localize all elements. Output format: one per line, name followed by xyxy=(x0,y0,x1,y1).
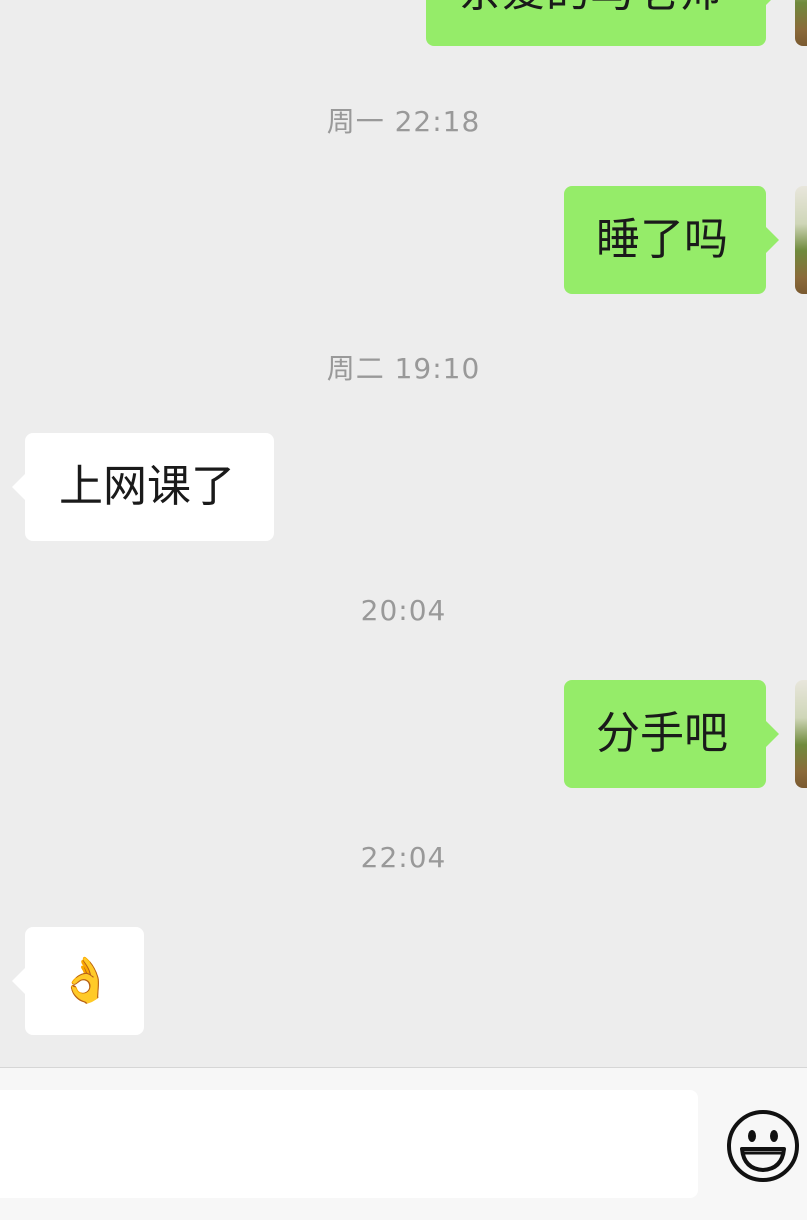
message-text: 亲爱的马老师 xyxy=(458,0,722,17)
message-bubble-sent[interactable]: 睡了吗 xyxy=(564,186,779,294)
message-bubble-received[interactable]: 👌 xyxy=(12,927,144,1035)
timestamp: 20:04 xyxy=(360,594,447,627)
user-avatar[interactable] xyxy=(795,0,807,46)
message-text: 睡了吗 xyxy=(596,214,728,265)
smiley-face-icon[interactable] xyxy=(726,1109,800,1183)
message-text: 分手吧 xyxy=(596,708,728,759)
input-toolbar xyxy=(0,1067,807,1220)
user-avatar[interactable] xyxy=(795,186,807,294)
message-bubble-sent[interactable]: 分手吧 xyxy=(564,680,779,788)
timestamp: 周一 22:18 xyxy=(326,105,481,138)
ok-hand-emoji: 👌 xyxy=(58,955,113,1006)
user-avatar[interactable] xyxy=(795,680,807,788)
timestamp: 周二 19:10 xyxy=(326,352,481,385)
timestamp: 22:04 xyxy=(360,841,447,874)
message-bubble-sent[interactable]: 亲爱的马老师 xyxy=(426,0,779,46)
chat-area[interactable]: 亲爱的马老师 周一 22:18 睡了吗 周二 19:10 上网课了 20:04 … xyxy=(0,0,807,1067)
message-input[interactable] xyxy=(0,1090,698,1198)
message-bubble-received[interactable]: 上网课了 xyxy=(12,433,274,541)
message-text: 上网课了 xyxy=(59,461,235,512)
